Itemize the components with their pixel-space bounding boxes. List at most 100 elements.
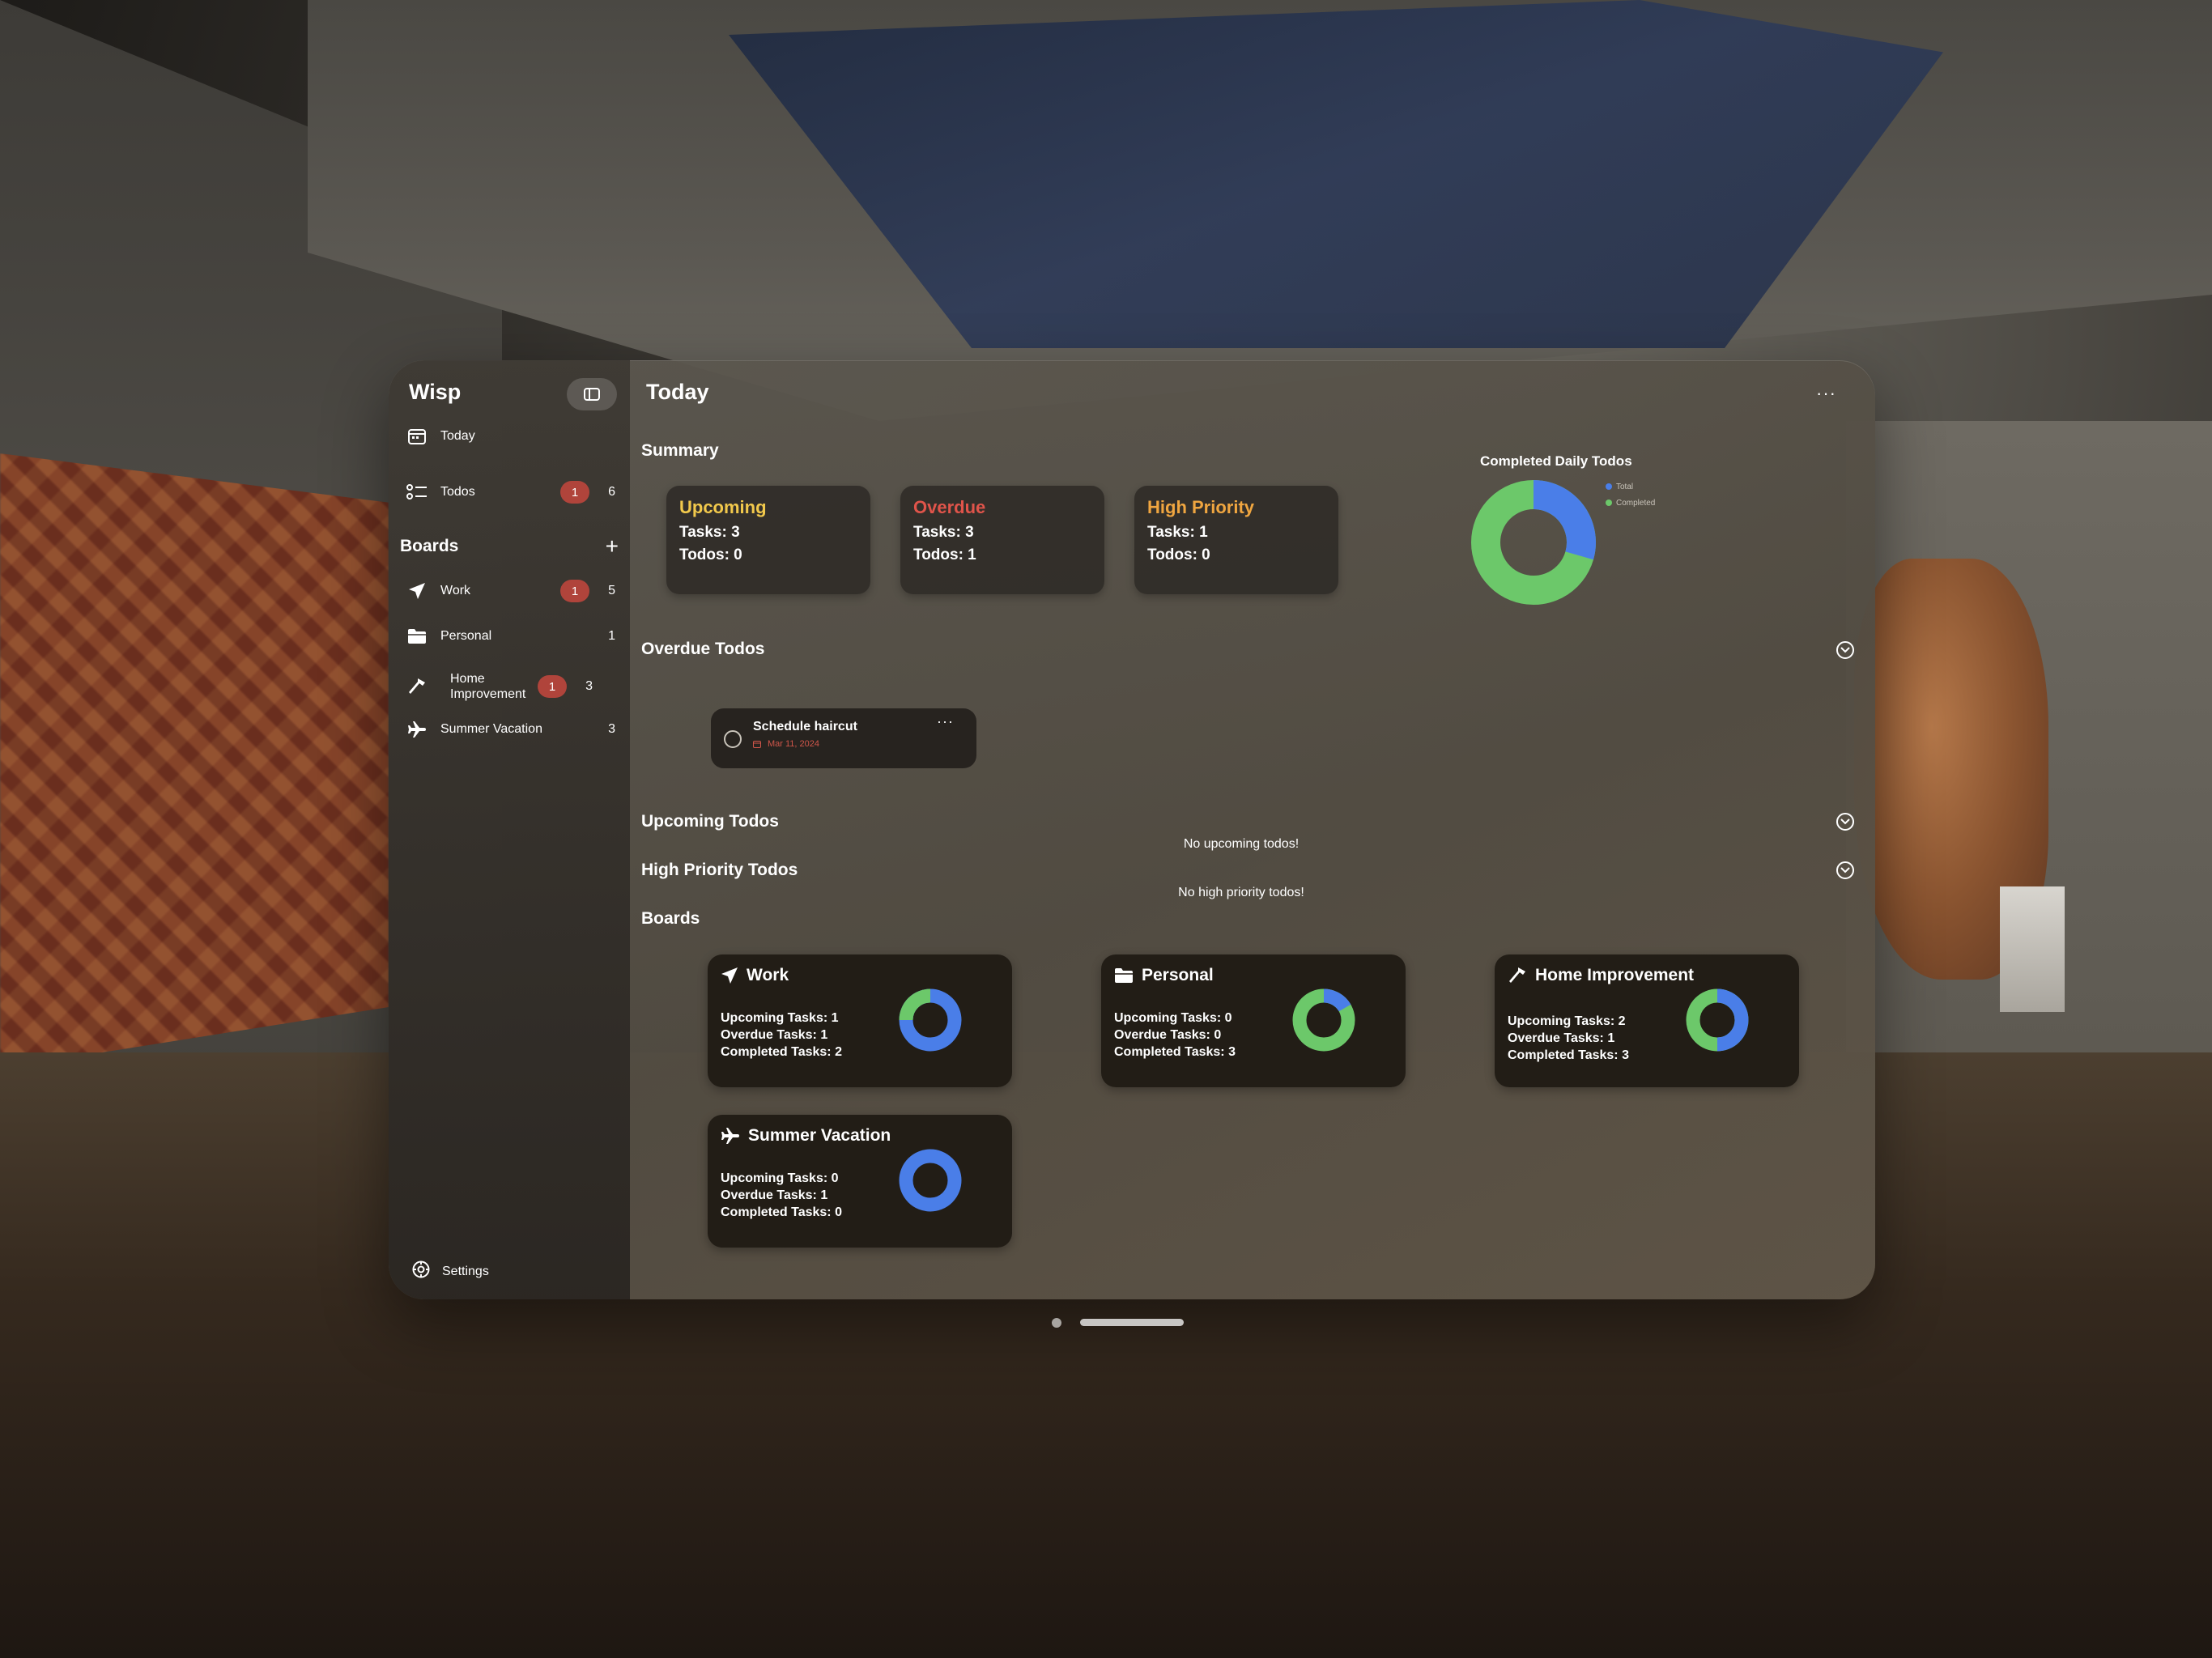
- board-completed-tasks: Completed Tasks: 0: [721, 1205, 842, 1219]
- board-card-personal[interactable]: Personal Upcoming Tasks: 0 Overdue Tasks…: [1101, 954, 1406, 1087]
- sidebar-item-label: Summer Vacation: [440, 722, 542, 737]
- summary-tasks: Tasks: 3: [679, 524, 740, 541]
- todo-title: Schedule haircut: [753, 720, 857, 733]
- summary-card-title: High Priority: [1147, 497, 1255, 517]
- completed-donut: [1471, 480, 1596, 605]
- hammer-icon: [1508, 966, 1527, 985]
- sidebar: Wisp Today Todos 1 6 Boards + Work 1 5 P…: [389, 360, 630, 1299]
- board-overdue-tasks: Overdue Tasks: 0: [1114, 1028, 1222, 1042]
- summary-card-overdue[interactable]: Overdue Tasks: 3 Todos: 1: [900, 486, 1104, 594]
- completed-daily-todos-chart: Completed Daily Todos Total Completed: [1464, 449, 1699, 611]
- window-grabber-bar[interactable]: [1080, 1319, 1184, 1326]
- high-priority-empty-message: No high priority todos!: [1178, 886, 1304, 899]
- sidebar-item-label: Personal: [440, 629, 492, 644]
- sidebar-item-home-improvement[interactable]: Home Improvement 1 3: [405, 664, 615, 709]
- calendar-icon: [753, 741, 761, 748]
- summary-todos: Todos: 1: [913, 546, 976, 563]
- overdue-badge: 1: [538, 675, 567, 698]
- sidebar-item-work[interactable]: Work 1 5: [405, 573, 615, 609]
- board-overdue-tasks: Overdue Tasks: 1: [721, 1188, 828, 1202]
- board-progress-donut: [1686, 988, 1749, 1052]
- board-name: Summer Vacation: [748, 1126, 891, 1145]
- app-window: Wisp Today Todos 1 6 Boards + Work 1 5 P…: [389, 360, 1875, 1299]
- more-options-button[interactable]: ···: [1816, 383, 1836, 404]
- board-upcoming-tasks: Upcoming Tasks: 2: [1508, 1014, 1626, 1028]
- window-close-dot[interactable]: [1052, 1318, 1061, 1328]
- pedestal: [2000, 886, 2065, 1012]
- folder-icon: [405, 624, 429, 648]
- summary-tasks: Tasks: 1: [1147, 524, 1208, 541]
- board-name: Work: [747, 966, 789, 984]
- boards-heading: Boards: [641, 909, 700, 928]
- boards-section-header: Boards +: [400, 535, 619, 558]
- chart-legend: Total Completed: [1606, 478, 1655, 511]
- board-upcoming-tasks: Upcoming Tasks: 0: [721, 1171, 839, 1185]
- sidebar-toggle-button[interactable]: [567, 378, 617, 410]
- item-count: 5: [608, 584, 615, 597]
- overdue-todos-heading: Overdue Todos: [641, 640, 765, 658]
- todo-more-button[interactable]: ···: [937, 713, 954, 730]
- paperplane-icon: [721, 967, 738, 984]
- todo-date-text: Mar 11, 2024: [768, 739, 820, 749]
- sidebar-item-today[interactable]: Today: [405, 419, 615, 454]
- calendar-icon: [405, 424, 429, 449]
- chevron-down-icon[interactable]: [1836, 813, 1854, 831]
- board-progress-donut: [1292, 988, 1355, 1052]
- summary-todos: Todos: 0: [1147, 546, 1210, 563]
- sidebar-item-label: Work: [440, 584, 471, 598]
- board-name: Personal: [1142, 966, 1214, 984]
- main-content: Today ··· Summary Upcoming Tasks: 3 Todo…: [630, 360, 1875, 1299]
- add-board-button[interactable]: +: [606, 535, 619, 558]
- summary-todos: Todos: 0: [679, 546, 742, 563]
- airplane-icon: [721, 1127, 740, 1145]
- board-card-work[interactable]: Work Upcoming Tasks: 1 Overdue Tasks: 1 …: [708, 954, 1012, 1087]
- chevron-down-icon[interactable]: [1836, 861, 1854, 879]
- airplane-icon: [405, 717, 429, 742]
- legend-item-completed: Completed: [1606, 495, 1655, 511]
- summary-heading: Summary: [641, 441, 719, 460]
- item-count: 3: [585, 679, 593, 693]
- sidebar-item-settings[interactable]: Settings: [411, 1260, 489, 1283]
- sidebar-item-summer-vacation[interactable]: Summer Vacation 3: [405, 712, 615, 747]
- gear-icon: [411, 1260, 431, 1283]
- folder-icon: [1114, 967, 1134, 984]
- summary-card-high-priority[interactable]: High Priority Tasks: 1 Todos: 0: [1134, 486, 1338, 594]
- summary-tasks: Tasks: 3: [913, 524, 974, 541]
- todo-due-date: Mar 11, 2024: [753, 739, 819, 749]
- chevron-down-icon[interactable]: [1836, 641, 1854, 659]
- todo-complete-checkbox[interactable]: [724, 730, 742, 748]
- item-count: 6: [608, 485, 615, 499]
- overdue-badge: 1: [560, 580, 589, 602]
- board-completed-tasks: Completed Tasks: 3: [1114, 1045, 1236, 1059]
- checklist-icon: [405, 480, 429, 504]
- item-count: 1: [608, 629, 615, 643]
- todo-card-schedule-haircut[interactable]: Schedule haircut Mar 11, 2024 ···: [711, 708, 976, 768]
- overdue-badge: 1: [560, 481, 589, 504]
- item-count: 3: [608, 722, 615, 736]
- sidebar-item-label: Todos: [440, 485, 475, 500]
- legend-item-total: Total: [1606, 478, 1655, 495]
- upcoming-empty-message: No upcoming todos!: [1183, 837, 1300, 851]
- summary-card-title: Upcoming: [679, 497, 767, 517]
- tapestry-artwork: [0, 453, 389, 1069]
- upcoming-todos-heading: Upcoming Todos: [641, 812, 779, 831]
- board-card-summer-vacation[interactable]: Summer Vacation Upcoming Tasks: 0 Overdu…: [708, 1115, 1012, 1248]
- sidebar-item-personal[interactable]: Personal 1: [405, 619, 615, 654]
- high-priority-todos-heading: High Priority Todos: [641, 861, 798, 879]
- board-upcoming-tasks: Upcoming Tasks: 1: [721, 1011, 839, 1025]
- settings-label: Settings: [442, 1264, 489, 1278]
- board-overdue-tasks: Overdue Tasks: 1: [721, 1028, 828, 1042]
- board-progress-donut: [899, 1149, 962, 1212]
- board-upcoming-tasks: Upcoming Tasks: 0: [1114, 1011, 1232, 1025]
- board-completed-tasks: Completed Tasks: 3: [1508, 1048, 1629, 1062]
- board-name: Home Improvement: [1535, 966, 1695, 984]
- summary-card-title: Overdue: [913, 497, 986, 517]
- app-title: Wisp: [409, 380, 462, 404]
- board-card-home-improvement[interactable]: Home Improvement Upcoming Tasks: 2 Overd…: [1495, 954, 1799, 1087]
- boards-heading: Boards: [400, 537, 459, 555]
- hammer-icon: [405, 674, 429, 699]
- summary-card-upcoming[interactable]: Upcoming Tasks: 3 Todos: 0: [666, 486, 870, 594]
- sidebar-item-todos[interactable]: Todos 1 6: [405, 474, 615, 510]
- page-title: Today: [646, 380, 709, 404]
- sidebar-icon: [584, 388, 600, 401]
